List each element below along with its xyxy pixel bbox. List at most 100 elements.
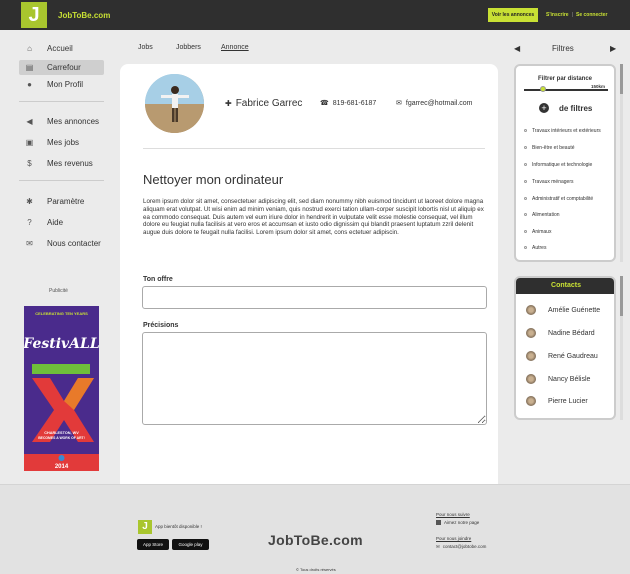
task-title: Nettoyer mon ordinateur	[143, 172, 284, 187]
sidebar-item-accueil[interactable]: ⌂ Accueil	[19, 41, 104, 56]
sidebar-item-label: Accueil	[47, 44, 73, 53]
profile-avatar[interactable]	[145, 74, 204, 133]
tab-jobs[interactable]: Jobs	[138, 44, 153, 51]
link-separator: |	[571, 12, 573, 18]
next-arrow-icon[interactable]: ▶	[610, 44, 616, 53]
mail-icon: ✉	[26, 239, 33, 248]
facebook-link-label: Aimez notre page	[444, 520, 480, 525]
ad-artwork: CELEBRATING TEN YEARS FestivALL CHARLEST…	[24, 306, 99, 471]
sidebar-item-carrefour[interactable]: ▤ Carrefour	[19, 60, 104, 75]
radio-icon	[524, 146, 527, 150]
profile-phone[interactable]: 819-681-6187	[333, 100, 377, 107]
app-availability-text: App bientôt disponible !	[155, 524, 202, 529]
distance-slider-track[interactable]	[524, 89, 608, 91]
filter-category-label: Informatique et technologie	[532, 162, 593, 168]
contacts-title: Contacts	[516, 278, 614, 294]
copyright-text: © Tous droits réservés	[296, 567, 336, 572]
sidebar-item-parametre[interactable]: ✱ Paramètre	[19, 194, 104, 209]
home-icon: ⌂	[27, 44, 32, 53]
facebook-link[interactable]: Aimez notre page	[436, 520, 480, 526]
footer-logo[interactable]: J	[138, 520, 152, 534]
megaphone-icon: ◀	[26, 117, 33, 126]
contacts-scrollbar[interactable]	[620, 276, 623, 420]
filters-header: ◀ Filtres ▶	[514, 44, 616, 56]
filter-category[interactable]: Bien-être et beauté	[524, 145, 575, 151]
footer-brand: JobToBe.com	[268, 532, 363, 548]
view-announcements-button[interactable]: Voir les annonces	[488, 8, 538, 22]
distance-slider-handle[interactable]	[540, 86, 547, 92]
filter-category-label: Travaux intérieurs et extérieurs	[532, 128, 601, 134]
details-textarea[interactable]	[142, 332, 487, 425]
offer-input[interactable]	[142, 286, 487, 309]
filter-category[interactable]: Travaux intérieurs et extérieurs	[524, 128, 601, 134]
logo[interactable]: J	[21, 2, 47, 28]
sidebar-item-nous-contacter[interactable]: ✉ Nous contacter	[19, 236, 104, 251]
filter-category-label: Animaux	[532, 229, 552, 235]
sidebar-item-mes-jobs[interactable]: ▣ Mes jobs	[19, 135, 104, 150]
tab-jobbers[interactable]: Jobbers	[176, 44, 201, 51]
top-bar: J JobToBe.com Voir les annonces S'inscri…	[0, 0, 630, 30]
profile-name-row: ✚ Fabrice Garrec	[225, 98, 302, 109]
filter-category[interactable]: Administratif et comptabilité	[524, 196, 593, 202]
user-add-icon[interactable]: ✚	[225, 99, 232, 108]
filter-category-label: Autres	[532, 245, 547, 251]
avatar	[526, 396, 536, 407]
calendar-icon: ▤	[25, 63, 34, 72]
radio-icon	[524, 197, 527, 201]
profile-name[interactable]: Fabrice Garrec	[236, 98, 303, 109]
google-play-label: Google play	[178, 542, 203, 547]
sidebar-item-label: Mes annonces	[47, 117, 100, 126]
brand-name[interactable]: JobToBe.com	[58, 11, 110, 20]
radio-icon	[524, 213, 527, 217]
plus-icon[interactable]: +	[539, 103, 549, 113]
google-play-badge[interactable]: Google play	[172, 539, 209, 550]
filter-category[interactable]: Informatique et technologie	[524, 162, 592, 168]
avatar	[526, 351, 536, 362]
festivall-ad-banner[interactable]: CELEBRATING TEN YEARS FestivALL CHARLEST…	[24, 306, 99, 471]
contact-item[interactable]: René Gaudreau	[526, 351, 598, 363]
contact-item[interactable]: Nancy Bélisle	[526, 374, 590, 386]
sidebar-item-label: Mes revenus	[47, 159, 93, 168]
signup-link[interactable]: S'inscrire	[546, 12, 569, 18]
sidebar-divider	[19, 101, 104, 102]
contact-item[interactable]: Amélie Guénette	[526, 305, 600, 317]
app-store-badge[interactable]: App Store	[137, 539, 169, 550]
filter-category[interactable]: Travaux ménagers	[524, 179, 574, 185]
radio-icon	[524, 230, 527, 234]
previous-arrow-icon[interactable]: ◀	[514, 44, 520, 53]
contact-name: Amélie Guénette	[548, 307, 601, 314]
filter-category[interactable]: Alimentation	[524, 212, 560, 218]
footer-email-link[interactable]: ✉ contact@jobtobe.com	[436, 544, 486, 550]
sidebar-item-label: Mes jobs	[47, 138, 80, 147]
filter-category-label: Alimentation	[532, 212, 560, 218]
contact-name: Nancy Bélisle	[548, 376, 591, 383]
tab-annonce[interactable]: Annonce	[221, 44, 249, 51]
sidebar-item-mon-profil[interactable]: ● Mon Profil	[19, 77, 104, 92]
ad-year: 2014	[55, 464, 69, 470]
radio-icon	[524, 129, 527, 133]
login-link[interactable]: Se connecter	[576, 12, 607, 18]
filter-category-label: Travaux ménagers	[532, 179, 574, 185]
contact-item[interactable]: Nadine Bédard	[526, 328, 595, 340]
profile-email[interactable]: fgarrec@hotmail.com	[406, 100, 473, 107]
footer: J App bientôt disponible ! App Store Goo…	[0, 484, 630, 574]
ad-subtitle: BECOMES A WORK OF ART!	[38, 436, 85, 440]
more-filters-button[interactable]: de filtres	[559, 104, 592, 113]
scrollbar-thumb[interactable]	[620, 64, 623, 94]
help-icon: ?	[27, 218, 32, 227]
ad-tagline: CELEBRATING TEN YEARS	[35, 311, 88, 316]
contact-item[interactable]: Pierre Lucier	[526, 396, 588, 408]
contact-name: Pierre Lucier	[548, 398, 588, 405]
filters-scrollbar[interactable]	[620, 64, 623, 262]
contacts-panel: Contacts Amélie Guénette Nadine Bédard R…	[514, 276, 616, 420]
filter-category[interactable]: Autres	[524, 245, 546, 251]
phone-icon: ☎	[320, 100, 329, 107]
user-icon: ●	[27, 80, 32, 89]
radio-icon	[524, 246, 527, 250]
sidebar-item-aide[interactable]: ? Aide	[19, 215, 104, 230]
sidebar-item-mes-annonces[interactable]: ◀ Mes annonces	[19, 114, 104, 129]
filter-category[interactable]: Animaux	[524, 229, 551, 235]
sidebar-item-mes-revenus[interactable]: $ Mes revenus	[19, 156, 104, 171]
scrollbar-thumb[interactable]	[620, 276, 623, 316]
details-label: Précisions	[143, 322, 179, 329]
